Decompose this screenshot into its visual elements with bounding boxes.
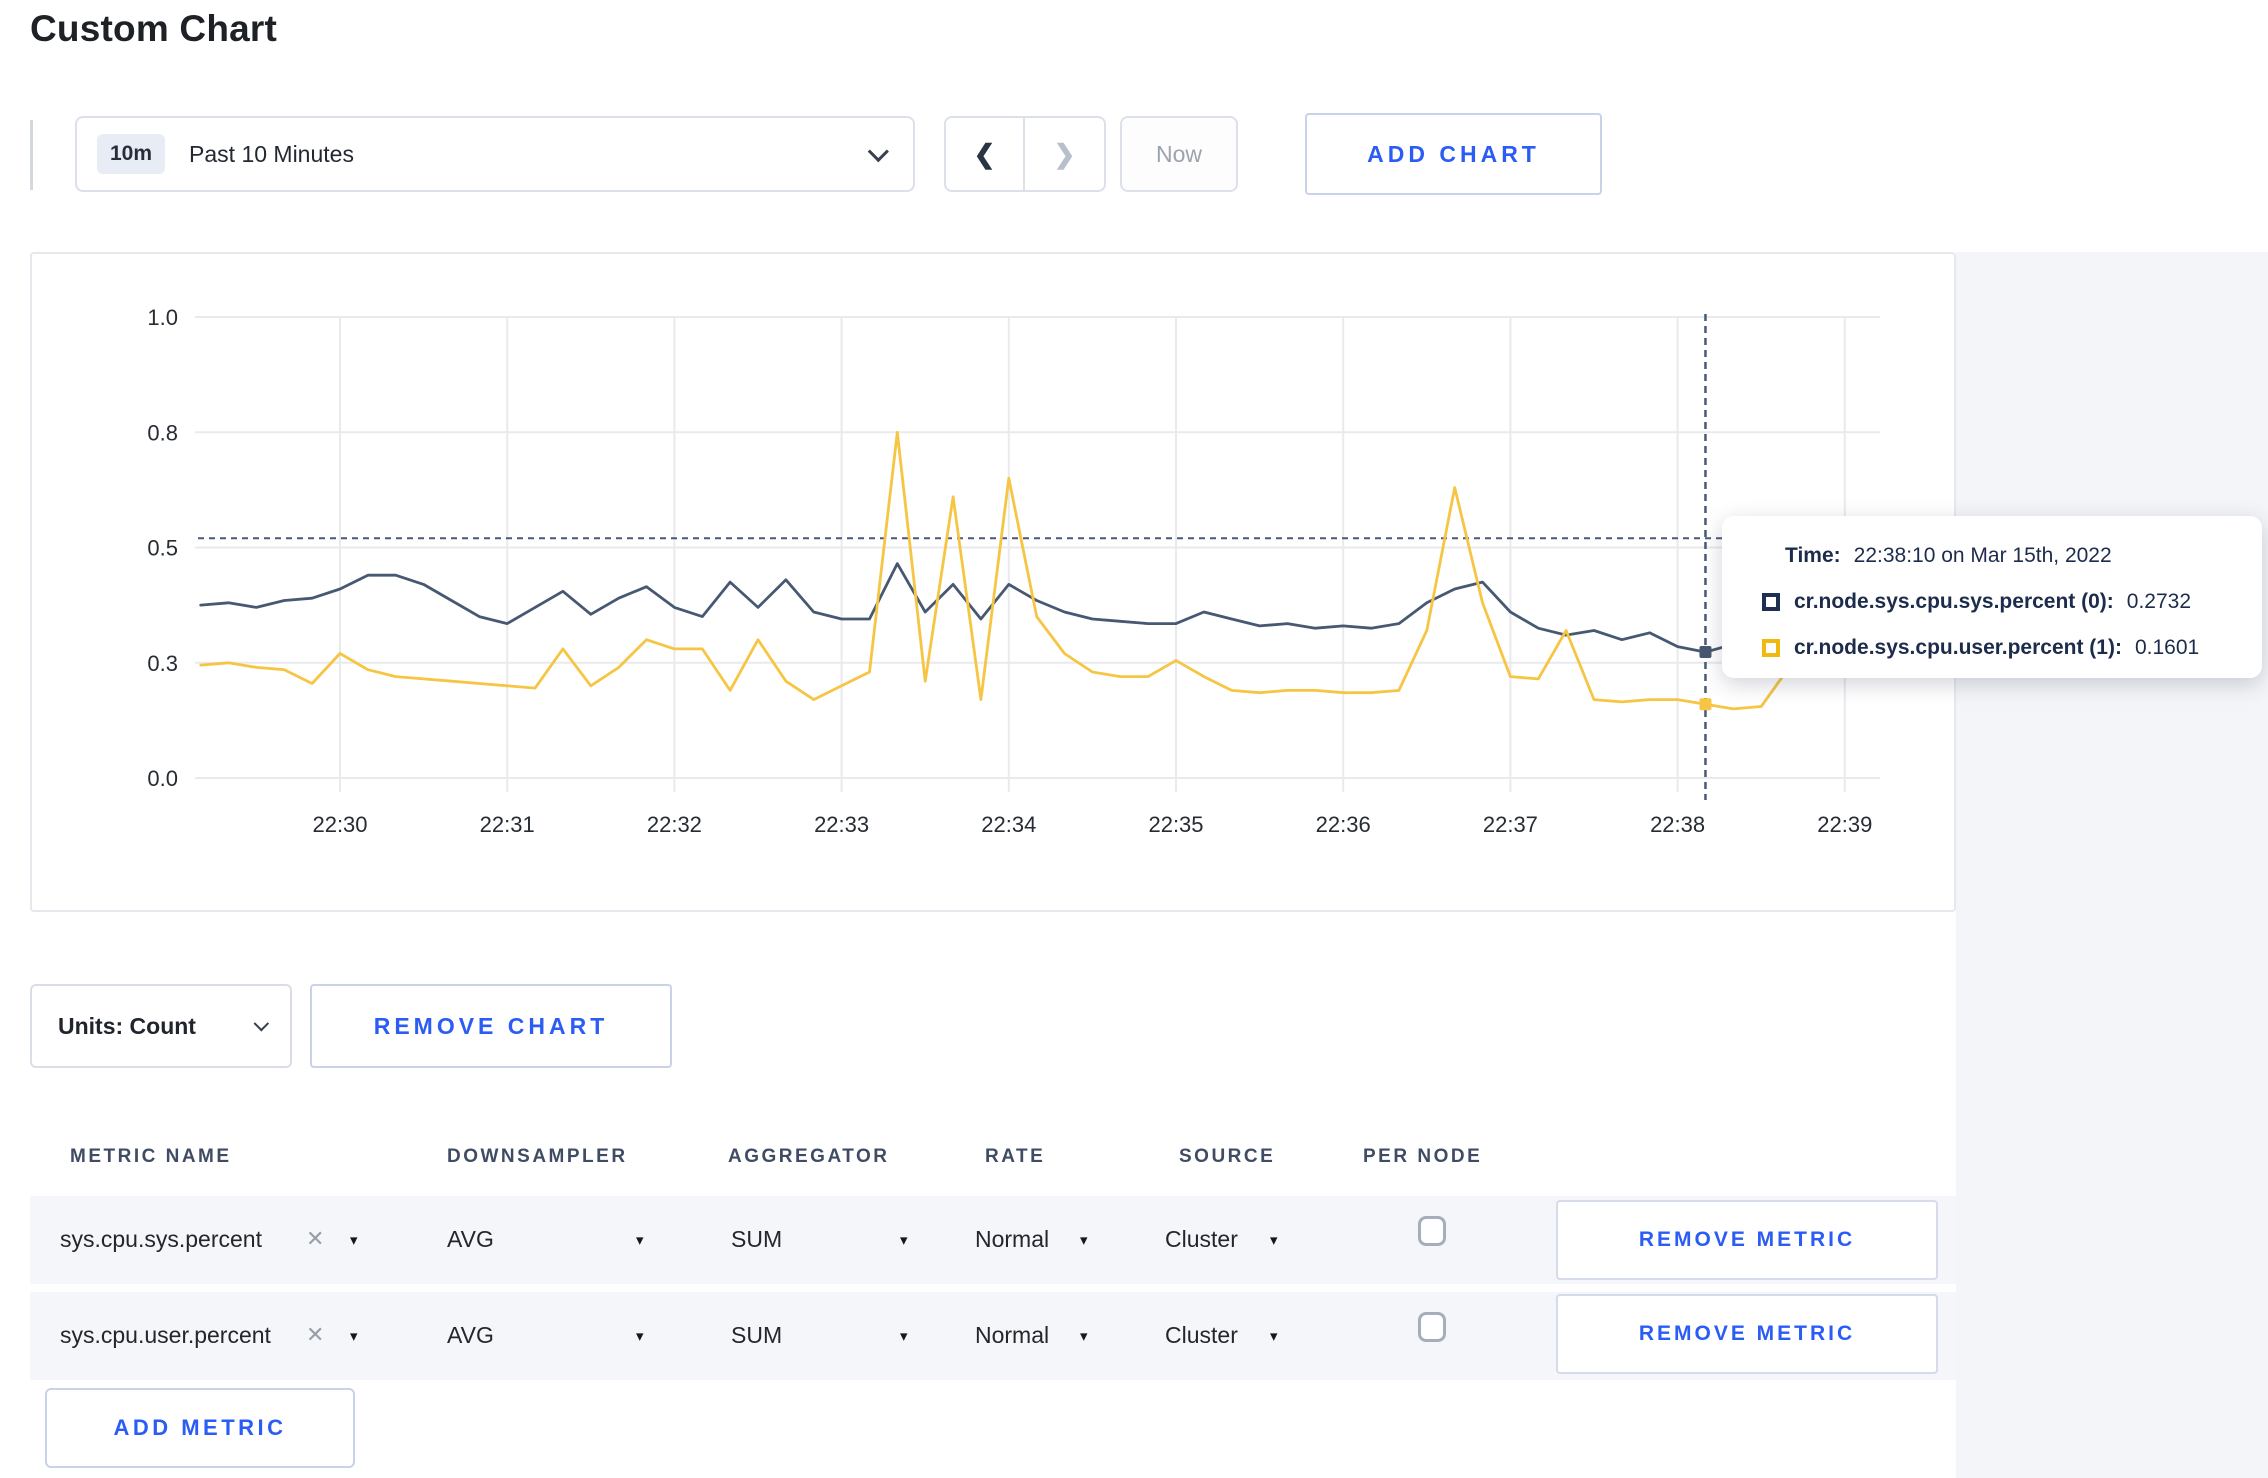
time-step-buttons: ❮ ❯ xyxy=(944,116,1106,192)
header-metric-name: METRIC NAME xyxy=(70,1146,232,1167)
tooltip-sys-value: 0.2732 xyxy=(2126,590,2192,613)
previous-range-button[interactable]: ❮ xyxy=(946,118,1025,190)
remove-metric-x-icon[interactable]: ✕ xyxy=(306,1226,324,1252)
remove-chart-button[interactable]: REMOVE CHART xyxy=(310,984,672,1068)
svg-text:22:30: 22:30 xyxy=(312,812,367,837)
remove-metric-label: REMOVE METRIC xyxy=(1638,1228,1856,1251)
svg-text:1.0: 1.0 xyxy=(147,305,178,330)
now-button[interactable]: Now xyxy=(1120,116,1238,192)
aggregator-caret-icon[interactable]: ▾ xyxy=(900,1327,908,1345)
add-chart-button[interactable]: ADD CHART xyxy=(1305,113,1602,195)
svg-text:22:39: 22:39 xyxy=(1817,812,1872,837)
user-series-swatch-icon xyxy=(1762,639,1780,657)
sys-series-swatch-icon xyxy=(1762,593,1780,611)
svg-text:0.0: 0.0 xyxy=(147,766,178,791)
svg-text:0.3: 0.3 xyxy=(147,651,178,676)
remove-metric-label: REMOVE METRIC xyxy=(1638,1322,1856,1345)
downsampler-select[interactable]: AVG xyxy=(447,1322,494,1349)
toolbar-left-divider xyxy=(30,120,33,190)
per-node-checkbox[interactable] xyxy=(1418,1216,1446,1246)
tooltip-sys-label: cr.node.sys.cpu.sys.percent (0): xyxy=(1794,590,2114,613)
tooltip-user-label: cr.node.sys.cpu.user.percent (1): xyxy=(1794,636,2122,659)
tooltip-time-label: Time: xyxy=(1785,544,1841,567)
svg-text:22:31: 22:31 xyxy=(480,812,535,837)
svg-text:22:34: 22:34 xyxy=(981,812,1036,837)
aggregator-select[interactable]: SUM xyxy=(731,1226,782,1253)
rate-caret-icon[interactable]: ▾ xyxy=(1080,1327,1088,1345)
chart-series-lines xyxy=(199,430,1875,711)
svg-text:0.5: 0.5 xyxy=(147,536,178,561)
now-button-label: Now xyxy=(1155,140,1202,167)
chart-crosshair xyxy=(198,314,1880,800)
header-rate: RATE xyxy=(985,1146,1046,1167)
aggregator-caret-icon[interactable]: ▾ xyxy=(900,1231,908,1249)
units-label: Units: Count xyxy=(58,1012,196,1039)
metric-caret-icon[interactable]: ▾ xyxy=(350,1231,358,1249)
per-node-checkbox[interactable] xyxy=(1418,1312,1446,1342)
svg-text:22:36: 22:36 xyxy=(1316,812,1371,837)
page-side-background xyxy=(1956,252,2268,1478)
time-range-label: Past 10 Minutes xyxy=(189,140,354,167)
units-dropdown[interactable]: Units: Count xyxy=(30,984,292,1068)
page-title: Custom Chart xyxy=(30,8,278,49)
remove-metric-button[interactable]: REMOVE METRIC xyxy=(1556,1294,1938,1374)
rate-select[interactable]: Normal xyxy=(975,1226,1049,1253)
add-chart-label: ADD CHART xyxy=(1367,140,1540,167)
aggregator-select[interactable]: SUM xyxy=(731,1322,782,1349)
svg-text:22:32: 22:32 xyxy=(647,812,702,837)
remove-metric-x-icon[interactable]: ✕ xyxy=(306,1322,324,1348)
metric-name-value[interactable]: sys.cpu.user.percent xyxy=(60,1322,271,1349)
source-select[interactable]: Cluster xyxy=(1165,1322,1238,1349)
remove-chart-label: REMOVE CHART xyxy=(373,1012,609,1039)
add-metric-label: ADD METRIC xyxy=(113,1415,287,1440)
rate-caret-icon[interactable]: ▾ xyxy=(1080,1231,1088,1249)
rate-select[interactable]: Normal xyxy=(975,1322,1049,1349)
svg-text:22:37: 22:37 xyxy=(1483,812,1538,837)
header-per-node: PER NODE xyxy=(1363,1146,1483,1167)
chart-tooltip: Time: 22:38:10 on Mar 15th, 2022 cr.node… xyxy=(1722,516,2262,678)
chevron-right-icon: ❯ xyxy=(1053,138,1076,169)
chart-axis-labels: 0.0 0.3 0.5 0.8 1.0 22:30 22:31 22:32 22:33 22:34… xyxy=(147,305,1872,837)
svg-text:22:35: 22:35 xyxy=(1148,812,1203,837)
svg-text:22:33: 22:33 xyxy=(814,812,869,837)
add-metric-button[interactable]: ADD METRIC xyxy=(45,1388,355,1468)
chevron-down-icon xyxy=(867,140,889,162)
next-range-button[interactable]: ❯ xyxy=(1025,118,1104,190)
time-range-badge: 10m xyxy=(97,134,166,174)
header-aggregator: AGGREGATOR xyxy=(728,1146,890,1167)
header-downsampler: DOWNSAMPLER xyxy=(447,1146,628,1167)
timeseries-chart[interactable]: 0.0 0.3 0.5 0.8 1.0 22:30 22:31 22:32 22:33 22:34… xyxy=(30,252,1956,912)
metric-name-value[interactable]: sys.cpu.sys.percent xyxy=(60,1226,262,1253)
svg-text:22:38: 22:38 xyxy=(1650,812,1705,837)
tooltip-time-value: 22:38:10 on Mar 15th, 2022 xyxy=(1853,544,2112,567)
chart-card[interactable]: 0.0 0.3 0.5 0.8 1.0 22:30 22:31 22:32 22:33 22:34… xyxy=(30,252,1956,912)
source-caret-icon[interactable]: ▾ xyxy=(1270,1327,1278,1345)
downsampler-caret-icon[interactable]: ▾ xyxy=(636,1231,644,1249)
chart-gridlines xyxy=(195,316,1880,792)
time-range-dropdown[interactable]: 10m Past 10 Minutes xyxy=(75,116,915,192)
tooltip-user-value: 0.1601 xyxy=(2134,636,2200,659)
source-select[interactable]: Cluster xyxy=(1165,1226,1238,1253)
source-caret-icon[interactable]: ▾ xyxy=(1270,1231,1278,1249)
svg-text:0.8: 0.8 xyxy=(147,420,178,445)
chevron-left-icon: ❮ xyxy=(973,138,996,169)
header-source: SOURCE xyxy=(1179,1146,1276,1167)
metric-caret-icon[interactable]: ▾ xyxy=(350,1327,358,1345)
downsampler-select[interactable]: AVG xyxy=(447,1226,494,1253)
remove-metric-button[interactable]: REMOVE METRIC xyxy=(1556,1200,1938,1280)
chevron-down-icon xyxy=(253,1015,270,1031)
downsampler-caret-icon[interactable]: ▾ xyxy=(636,1327,644,1345)
